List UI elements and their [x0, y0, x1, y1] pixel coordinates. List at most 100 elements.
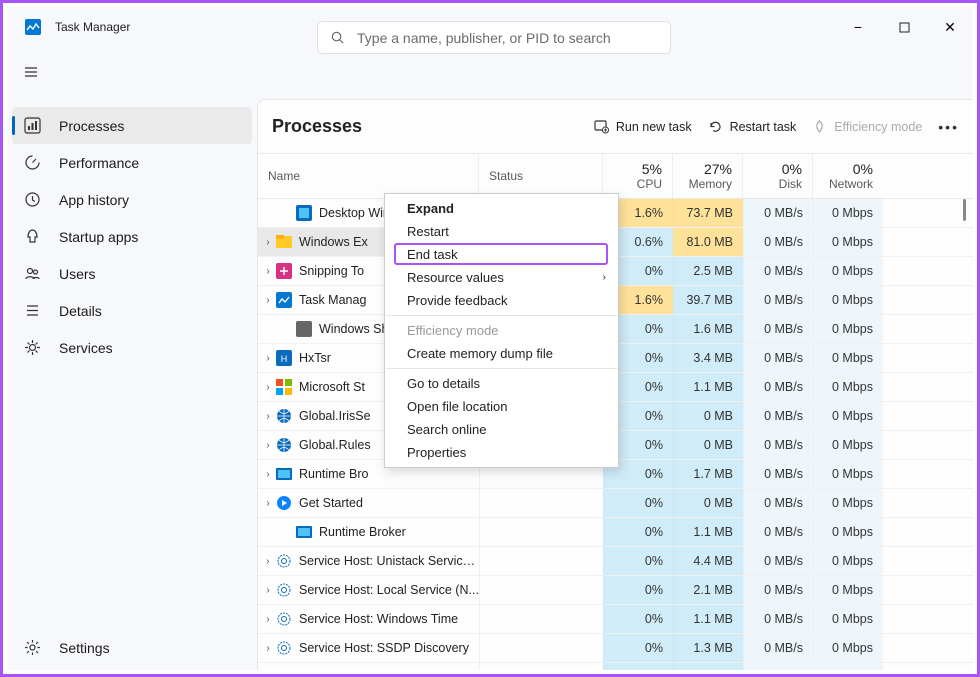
sidebar-item-services[interactable]: Services [12, 329, 252, 366]
col-cpu[interactable]: 5%CPU [603, 154, 673, 198]
disk-cell: 0 MB/s [743, 605, 813, 633]
minimize-button[interactable]: − [835, 7, 881, 47]
process-name: Microsoft St [299, 380, 365, 394]
cpu-cell: 0% [603, 518, 673, 546]
memory-cell: 1.1 MB [673, 605, 743, 633]
hamburger-button[interactable] [7, 64, 55, 80]
sidebar-item-startup[interactable]: Startup apps [12, 218, 252, 255]
scrollbar[interactable] [957, 199, 972, 670]
cpu-cell: 0% [603, 605, 673, 633]
context-menu-item-search-online[interactable]: Search online [385, 418, 618, 441]
context-menu-item-resource-values[interactable]: Resource values› [385, 266, 618, 289]
scrollbar-thumb[interactable] [963, 199, 966, 221]
run-new-task-button[interactable]: Run new task [594, 119, 692, 134]
sidebar-item-users[interactable]: Users [12, 255, 252, 292]
expand-chevron-icon[interactable]: › [262, 643, 274, 654]
expand-chevron-icon[interactable]: › [262, 556, 274, 567]
more-button[interactable]: ••• [938, 119, 959, 135]
process-row[interactable]: ›Runtime Broker0%1.1 MB0 MB/s0 Mbps [258, 518, 973, 547]
performance-icon [24, 154, 41, 171]
context-menu-item-provide-feedback[interactable]: Provide feedback [385, 289, 618, 312]
process-icon [276, 292, 292, 308]
toolbar: Processes Run new task Restart task Effi… [258, 100, 973, 153]
process-icon [276, 234, 292, 250]
process-icon [276, 495, 292, 511]
memory-cell: 4.9 MB [673, 663, 743, 670]
maximize-button[interactable] [881, 7, 927, 47]
search-input[interactable]: Type a name, publisher, or PID to search [317, 21, 671, 54]
memory-cell: 1.1 MB [673, 373, 743, 401]
process-icon [276, 611, 292, 627]
context-menu-item-properties[interactable]: Properties [385, 441, 618, 464]
expand-chevron-icon[interactable]: › [262, 237, 274, 248]
network-cell: 0 Mbps [813, 344, 883, 372]
memory-cell: 1.1 MB [673, 518, 743, 546]
memory-cell: 3.4 MB [673, 344, 743, 372]
sidebar-item-apphistory[interactable]: App history [12, 181, 252, 218]
col-network[interactable]: 0%Network [813, 154, 883, 198]
cpu-cell: 0% [603, 634, 673, 662]
expand-chevron-icon[interactable]: › [262, 295, 274, 306]
memory-cell: 73.7 MB [673, 199, 743, 227]
context-menu-item-open-file-location[interactable]: Open file location [385, 395, 618, 418]
sidebar-item-details[interactable]: Details [12, 292, 252, 329]
memory-cell: 81.0 MB [673, 228, 743, 256]
process-icon [276, 669, 292, 670]
process-row[interactable]: ›Service Host: SSDP Discovery0%1.3 MB0 M… [258, 634, 973, 663]
process-icon [276, 263, 292, 279]
expand-chevron-icon[interactable]: › [262, 585, 274, 596]
process-icon [276, 437, 292, 453]
disk-cell: 0 MB/s [743, 199, 813, 227]
run-icon [594, 119, 609, 134]
expand-chevron-icon[interactable]: › [262, 614, 274, 625]
expand-chevron-icon[interactable]: › [262, 440, 274, 451]
network-cell: 0 Mbps [813, 373, 883, 401]
expand-chevron-icon[interactable]: › [262, 469, 274, 480]
expand-chevron-icon[interactable]: › [262, 411, 274, 422]
process-icon [296, 205, 312, 221]
restart-task-button[interactable]: Restart task [708, 119, 797, 134]
network-cell: 0 Mbps [813, 228, 883, 256]
users-icon [24, 265, 41, 282]
process-row[interactable]: ›Service Host: Unistack Service ...0%4.4… [258, 547, 973, 576]
process-row[interactable]: ›Service Host: Background Inte...0%4.9 M… [258, 663, 973, 670]
expand-chevron-icon[interactable]: › [262, 353, 274, 364]
expand-chevron-icon[interactable]: › [262, 498, 274, 509]
expand-chevron-icon[interactable]: › [262, 382, 274, 393]
context-menu-item-create-memory-dump-file[interactable]: Create memory dump file [385, 342, 618, 365]
network-cell: 0 Mbps [813, 286, 883, 314]
disk-cell: 0 MB/s [743, 402, 813, 430]
apphistory-icon [24, 191, 41, 208]
network-cell: 0 Mbps [813, 460, 883, 488]
disk-cell: 0 MB/s [743, 344, 813, 372]
disk-cell: 0 MB/s [743, 373, 813, 401]
sidebar-item-performance[interactable]: Performance [12, 144, 252, 181]
context-menu-item-expand[interactable]: Expand [385, 197, 618, 220]
sidebar-item-settings[interactable]: Settings [12, 629, 252, 666]
sidebar: Processes Performance App history Startu… [7, 97, 257, 670]
col-name[interactable]: Name [258, 154, 479, 198]
expand-chevron-icon[interactable]: › [262, 266, 274, 277]
process-row[interactable]: ›Service Host: Local Service (N...0%2.1 … [258, 576, 973, 605]
process-row[interactable]: ›Service Host: Windows Time0%1.1 MB0 MB/… [258, 605, 973, 634]
memory-cell: 1.3 MB [673, 634, 743, 662]
context-menu-item-go-to-details[interactable]: Go to details [385, 372, 618, 395]
context-menu-item-end-task[interactable]: End task [385, 243, 618, 266]
app-icon [25, 19, 41, 35]
network-cell: 0 Mbps [813, 518, 883, 546]
process-name: Runtime Broker [319, 525, 406, 539]
network-cell: 0 Mbps [813, 576, 883, 604]
context-menu-item-restart[interactable]: Restart [385, 220, 618, 243]
disk-cell: 0 MB/s [743, 576, 813, 604]
sidebar-item-processes[interactable]: Processes [12, 107, 252, 144]
col-disk[interactable]: 0%Disk [743, 154, 813, 198]
close-button[interactable]: ✕ [927, 7, 973, 47]
col-status[interactable]: Status [479, 154, 603, 198]
process-name: Global.IrisSe [299, 409, 371, 423]
network-cell: 0 Mbps [813, 489, 883, 517]
disk-cell: 0 MB/s [743, 518, 813, 546]
process-row[interactable]: ›Get Started0%0 MB0 MB/s0 Mbps [258, 489, 973, 518]
disk-cell: 0 MB/s [743, 547, 813, 575]
process-icon [276, 553, 292, 569]
col-memory[interactable]: 27%Memory [673, 154, 743, 198]
